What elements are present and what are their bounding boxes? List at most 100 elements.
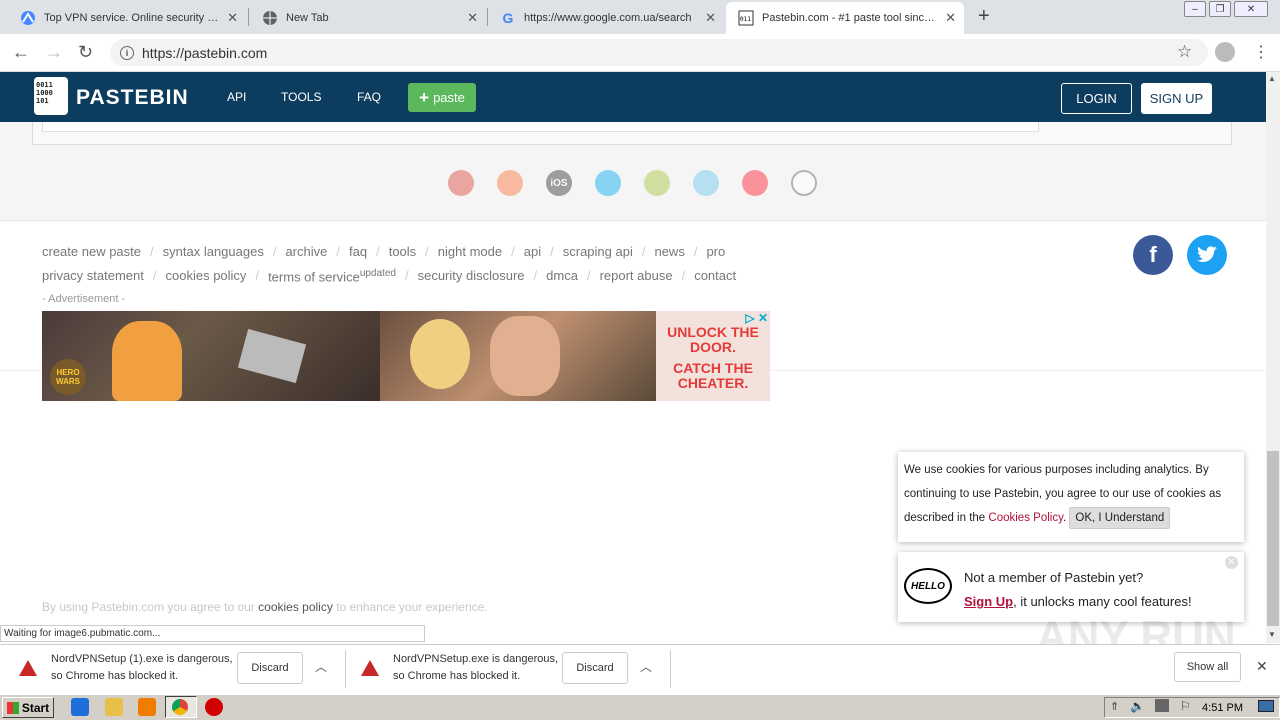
profile-avatar[interactable] (1215, 42, 1235, 62)
footer-link[interactable]: archive (285, 244, 327, 259)
tab-new-tab[interactable]: New Tab ✕ (250, 2, 486, 34)
download-line2: so Chrome has blocked it. (393, 670, 521, 682)
chevron-up-icon[interactable]: ︿ (640, 658, 652, 675)
forward-arrow-icon[interactable]: → (45, 42, 63, 63)
paste-label: paste (433, 90, 465, 105)
chevron-up-icon[interactable]: ︿ (315, 658, 327, 675)
nordvpn-icon (20, 10, 36, 26)
url-text: https://pastebin.com (142, 44, 268, 61)
footer-link[interactable]: api (524, 244, 541, 259)
minimize-icon[interactable]: – (1184, 1, 1206, 17)
scroll-down-icon[interactable]: ▼ (1268, 630, 1276, 639)
footer-link[interactable]: night mode (438, 244, 502, 259)
pastebin-icon: 011 (738, 10, 754, 26)
menu-dots-icon[interactable]: ⋮ (1253, 42, 1269, 62)
scroll-up-icon[interactable]: ▲ (1268, 74, 1276, 83)
footer-link[interactable]: faq (349, 244, 367, 259)
opera-icon[interactable] (742, 170, 768, 196)
tab-nordvpn[interactable]: Top VPN service. Online security sta ✕ (8, 2, 246, 34)
address-bar[interactable]: i https://pastebin.com (110, 39, 1208, 66)
close-icon[interactable]: ✕ (705, 10, 716, 26)
start-button[interactable]: Start (2, 697, 54, 718)
member-line1: Not a member of Pastebin yet? (964, 570, 1144, 585)
cookie-popup: We use cookies for various purposes incl… (898, 452, 1244, 542)
bookmark-star-icon[interactable]: ☆ (1177, 42, 1192, 62)
warning-icon (361, 660, 379, 676)
signup-button[interactable]: SIGN UP (1141, 83, 1212, 114)
show-desktop-icon[interactable] (1258, 700, 1274, 712)
download-line2: so Chrome has blocked it. (51, 670, 179, 682)
close-icon[interactable]: ✕ (945, 10, 956, 26)
logo-text[interactable]: PASTEBIN (76, 86, 189, 110)
footer-link[interactable]: syntax languages (163, 244, 264, 259)
footer-link[interactable]: privacy statement (42, 268, 144, 284)
ios-icon[interactable]: iOS (546, 170, 572, 196)
footer-link[interactable]: terms of serviceupdated (268, 268, 396, 284)
chrome-icon[interactable] (448, 170, 474, 196)
media-player-icon[interactable] (138, 698, 156, 716)
close-icon[interactable]: ✕ (1256, 658, 1268, 675)
firefox-icon[interactable] (497, 170, 523, 196)
windows-logo-icon (6, 701, 19, 714)
new-tab-button[interactable]: + (978, 5, 990, 28)
window-close-icon[interactable]: ✕ (1234, 1, 1268, 17)
footer-link[interactable]: security disclosure (418, 268, 525, 284)
terms-label: terms of service (268, 269, 360, 285)
opera-taskbar-icon[interactable] (205, 698, 223, 716)
facebook-icon[interactable]: f (1133, 235, 1173, 275)
footer-link[interactable]: dmca (546, 268, 578, 284)
network-icon[interactable] (1155, 699, 1169, 712)
clock[interactable]: 4:51 PM (1202, 702, 1243, 714)
new-paste-button[interactable]: + paste (408, 83, 476, 112)
close-icon[interactable]: ✕ (227, 10, 238, 26)
divider (345, 650, 346, 688)
footer-link[interactable]: create new paste (42, 244, 141, 259)
flag-icon[interactable]: ⚐ (1180, 699, 1191, 713)
footer-link[interactable]: contact (694, 268, 736, 284)
download-item-1[interactable]: NordVPNSetup (1).exe is dangerous, so Ch… (51, 651, 233, 685)
login-button[interactable]: LOGIN (1061, 83, 1132, 114)
reload-icon[interactable]: ↻ (78, 42, 93, 63)
footer-link[interactable]: cookies policy (166, 268, 247, 284)
footer-link[interactable]: tools (389, 244, 416, 259)
cookies-policy-link[interactable]: cookies policy (258, 600, 333, 614)
advertisement-banner[interactable]: HERO WARS ▷ ✕ UNLOCK THE DOOR. CATCH THE… (42, 311, 770, 401)
volume-icon[interactable]: 🔈 (1130, 699, 1145, 713)
ad-door-sign (237, 328, 307, 384)
back-arrow-icon[interactable]: ← (12, 42, 30, 63)
footer-links-row1: create new paste / syntax languages / arch… (42, 244, 726, 259)
tab-pastebin[interactable]: 011 Pastebin.com - #1 paste tool since 2… (726, 2, 964, 34)
mac-icon[interactable] (693, 170, 719, 196)
close-icon[interactable]: ✕ (1225, 556, 1238, 569)
info-icon[interactable]: i (120, 45, 134, 60)
signup-link[interactable]: Sign Up (964, 594, 1013, 609)
scrollbar-thumb[interactable] (1267, 451, 1279, 626)
footer-link[interactable]: news (654, 244, 684, 259)
nav-faq[interactable]: FAQ (357, 90, 381, 104)
show-all-button[interactable]: Show all (1174, 652, 1241, 682)
svg-text:011: 011 (740, 16, 751, 23)
restore-icon[interactable]: ❐ (1209, 1, 1231, 17)
nav-tools[interactable]: TOOLS (281, 90, 321, 104)
footer-link[interactable]: pro (706, 244, 725, 259)
footer-link[interactable]: scraping api (563, 244, 633, 259)
ok-understand-button[interactable]: OK, I Understand (1069, 507, 1171, 529)
tray-arrow-icon[interactable]: ⇑ (1110, 700, 1119, 713)
windows-icon[interactable] (595, 170, 621, 196)
cookies-policy-link[interactable]: Cookies Policy (988, 512, 1063, 524)
nav-api[interactable]: API (227, 90, 246, 104)
android-icon[interactable] (644, 170, 670, 196)
footer-link[interactable]: report abuse (600, 268, 673, 284)
tab-google[interactable]: G https://www.google.com.ua/search ✕ (488, 2, 724, 34)
chrome-taskbar-button[interactable] (165, 696, 197, 718)
twitter-icon[interactable] (1187, 235, 1227, 275)
discard-button[interactable]: Discard (562, 652, 628, 684)
tab-title: Top VPN service. Online security sta (44, 12, 222, 24)
linux-icon[interactable] (791, 170, 817, 196)
discard-button[interactable]: Discard (237, 652, 303, 684)
close-icon[interactable]: ✕ (467, 10, 478, 26)
pastebin-logo-icon[interactable]: 0011 1000 101 (34, 77, 68, 115)
download-item-2[interactable]: NordVPNSetup.exe is dangerous, so Chrome… (393, 651, 558, 685)
explorer-folder-icon[interactable] (105, 698, 123, 716)
ie-icon[interactable] (71, 698, 89, 716)
